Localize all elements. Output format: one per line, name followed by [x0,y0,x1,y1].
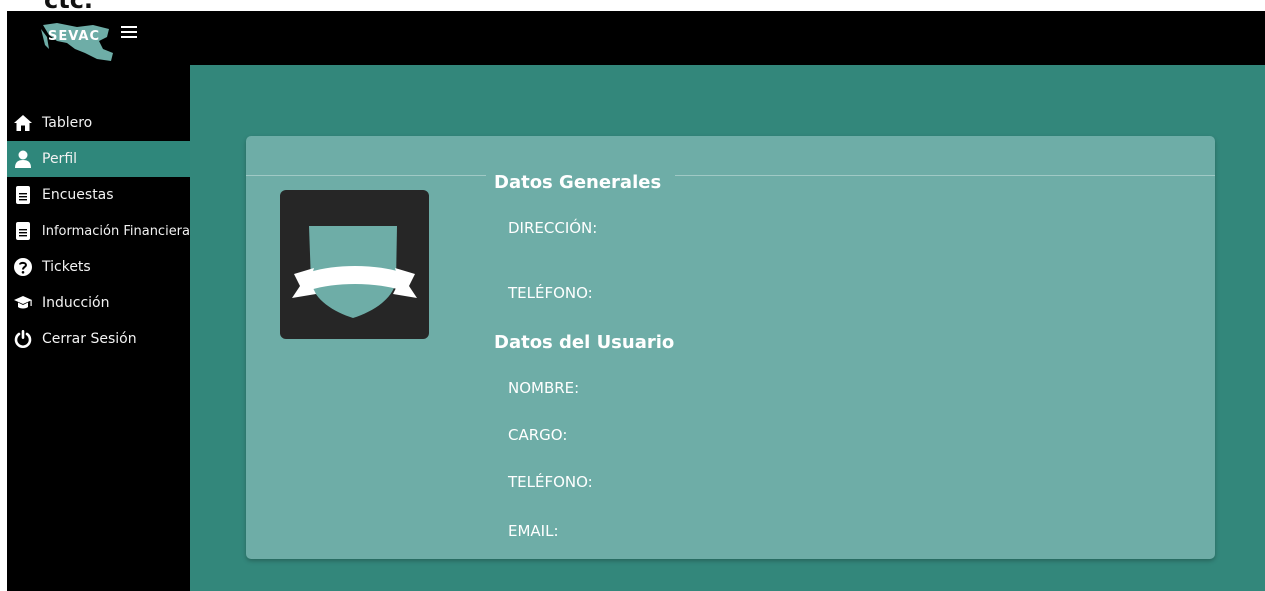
sidebar-item-induccion[interactable]: Inducción [7,285,190,321]
telefono-usuario-label: TELÉFONO: [508,473,593,491]
email-label: EMAIL: [508,522,559,540]
sidebar-item-perfil[interactable]: Perfil [7,141,190,177]
graduation-cap-icon [13,293,33,313]
nombre-label: NOMBRE: [508,379,580,397]
sidebar-item-label: Información Financiera [41,223,190,239]
user-icon [13,149,33,169]
cargo-label: CARGO: [508,426,568,444]
sidebar-item-encuestas[interactable]: Encuestas [7,177,190,213]
sidebar-item-cerrar-sesion[interactable]: Cerrar Sesión [7,321,190,357]
home-icon [13,113,33,133]
sidebar: Tablero Perfil Encuestas Información Fin… [7,65,190,591]
sidebar-item-label: Tablero [42,115,93,131]
sidebar-nav: Tablero Perfil Encuestas Información Fin… [7,105,190,357]
datos-usuario-title: Datos del Usuario [494,332,675,353]
sidebar-item-label: Encuestas [42,187,114,203]
profile-card: Datos Generales DIRECCIÓN: TELÉFONO: Dat… [246,136,1215,559]
sidebar-item-informacion-financiera[interactable]: Información Financiera [7,213,190,249]
sidebar-item-tickets[interactable]: Tickets [7,249,190,285]
help-circle-icon [13,257,33,277]
direccion-label: DIRECCIÓN: [508,219,598,237]
sidebar-item-label: Perfil [42,151,78,167]
telefono-general-label: TELÉFONO: [508,284,593,302]
top-bar: SEVAC [7,11,1265,65]
logo-text: SEVAC [48,29,101,44]
main-content: Datos Generales DIRECCIÓN: TELÉFONO: Dat… [190,65,1265,591]
sidebar-item-label: Cerrar Sesión [42,331,137,347]
app-window: SEVAC Tablero Perfil Encuestas Informaci… [7,11,1265,591]
power-icon [13,329,33,349]
profile-badge-image [280,190,429,339]
card-divider [246,175,1215,176]
shield-ribbon-icon [292,226,417,318]
sevac-logo[interactable]: SEVAC [37,19,121,63]
sidebar-item-label: Tickets [42,259,91,275]
sidebar-item-label: Inducción [42,295,110,311]
sidebar-item-tablero[interactable]: Tablero [7,105,190,141]
document-icon [13,185,33,205]
datos-generales-title: Datos Generales [486,172,676,193]
document-icon [13,221,33,241]
hamburger-menu-icon[interactable] [121,23,141,41]
